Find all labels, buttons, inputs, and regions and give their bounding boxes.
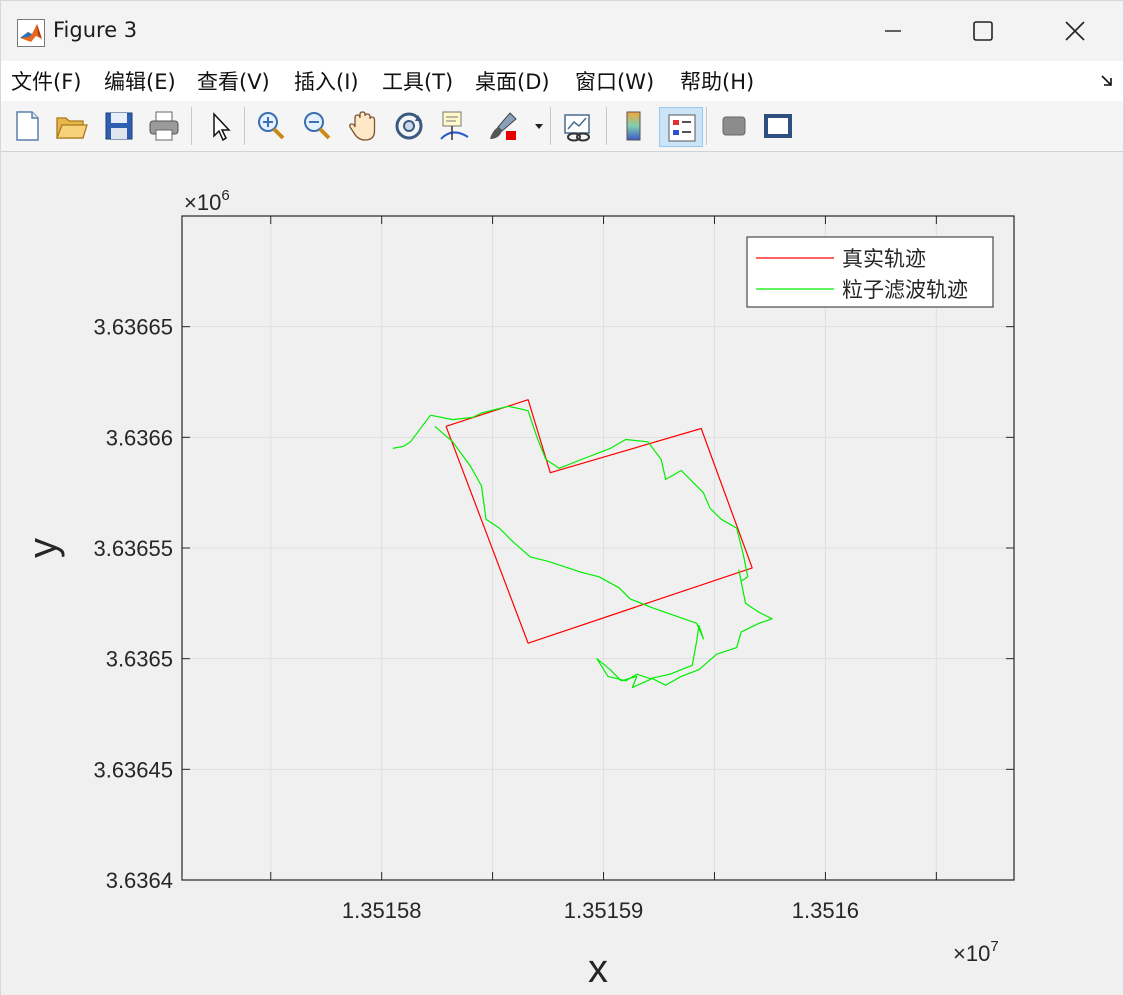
minimize-button[interactable] — [847, 1, 939, 61]
toolbar-separator — [191, 107, 192, 145]
toolbar-separator — [550, 107, 551, 145]
print-icon[interactable] — [147, 109, 181, 143]
zoom-in-icon[interactable] — [254, 109, 288, 143]
brush-dropdown-icon[interactable] — [534, 123, 544, 131]
show-plot-tools-icon[interactable] — [761, 109, 795, 143]
menu-bar: 文件(F) 编辑(E) 查看(V) 插入(I) 工具(T) 桌面(D) 窗口(W… — [1, 61, 1123, 102]
x-tick-label: 1.35159 — [564, 898, 644, 923]
menu-insert[interactable]: 插入(I) — [294, 66, 359, 96]
menu-file[interactable]: 文件(F) — [11, 66, 81, 96]
close-button[interactable] — [1029, 1, 1121, 61]
hide-plot-tools-icon[interactable] — [717, 109, 751, 143]
matlab-icon — [17, 19, 45, 47]
title-bar[interactable]: Figure 3 — [1, 1, 1123, 61]
matlab-figure-window: Figure 3 文件(F) 编辑(E) 查看(V) 插入(I) 工具(T) 桌… — [0, 0, 1124, 995]
pan-hand-icon[interactable] — [346, 109, 380, 143]
figure-toolbar — [1, 101, 1123, 152]
brush-icon[interactable] — [486, 109, 520, 143]
menu-desktop[interactable]: 桌面(D) — [475, 66, 550, 96]
menu-view[interactable]: 查看(V) — [197, 66, 270, 96]
axes-plot[interactable]: 1.35158 1.35159 1.3516 3.6364 3.63645 3.6365 3… — [1, 152, 1123, 995]
maximize-icon — [973, 21, 993, 41]
legend-icon[interactable] — [659, 107, 703, 147]
y-axis-label: y — [21, 538, 65, 558]
menu-edit[interactable]: 编辑(E) — [104, 66, 176, 96]
window-title: Figure 3 — [53, 18, 138, 42]
legend-label-pf-trajectory: 粒子滤波轨迹 — [842, 279, 968, 302]
menu-tools[interactable]: 工具(T) — [382, 66, 453, 96]
x-tick-label: 1.3516 — [792, 898, 859, 923]
zoom-out-icon[interactable] — [300, 109, 334, 143]
legend[interactable]: 真实轨迹 粒子滤波轨迹 — [746, 236, 994, 308]
save-icon[interactable] — [102, 109, 136, 143]
pf-trajectory-line — [392, 405, 773, 689]
toolbar-separator — [706, 107, 707, 145]
minimize-icon — [885, 30, 901, 32]
true-trajectory-line — [445, 399, 753, 644]
open-file-icon[interactable] — [54, 109, 88, 143]
y-tick-label: 3.63645 — [93, 757, 173, 782]
toolbar-separator — [606, 107, 607, 145]
maximize-button[interactable] — [937, 1, 1029, 61]
x-tick-label: 1.35158 — [342, 898, 422, 923]
x-exponent-label: ×107 — [953, 938, 999, 966]
y-tick-label: 3.6365 — [106, 647, 173, 672]
colorbar-icon[interactable] — [617, 109, 651, 143]
y-tick-label: 3.63655 — [93, 536, 173, 561]
figure-canvas: 1.35158 1.35159 1.3516 3.6364 3.63645 3.6365 3… — [1, 152, 1123, 995]
menu-window[interactable]: 窗口(W) — [575, 66, 654, 96]
legend-label-true-trajectory: 真实轨迹 — [842, 248, 926, 271]
data-cursor-icon[interactable] — [438, 109, 472, 143]
rotate-3d-icon[interactable] — [392, 109, 426, 143]
menu-help[interactable]: 帮助(H) — [680, 66, 754, 96]
x-axis-label: x — [588, 947, 608, 991]
link-plot-icon[interactable] — [561, 109, 595, 143]
dock-arrow-icon[interactable] — [1099, 73, 1115, 89]
y-tick-label: 3.63665 — [93, 315, 173, 340]
y-tick-label: 3.6366 — [106, 425, 173, 450]
close-icon — [1065, 21, 1085, 41]
y-tick-label: 3.6364 — [106, 868, 173, 893]
y-exponent-label: ×106 — [184, 187, 230, 215]
new-figure-icon[interactable] — [10, 109, 44, 143]
toolbar-separator — [244, 107, 245, 145]
pointer-icon[interactable] — [203, 109, 237, 143]
